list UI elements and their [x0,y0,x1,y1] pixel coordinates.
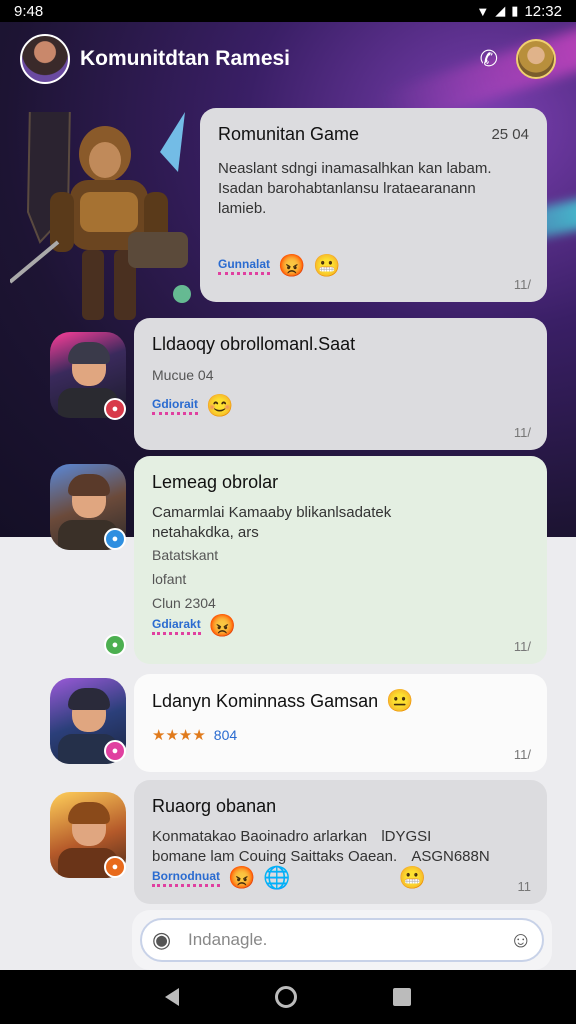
message-count: 11/ [513,277,531,292]
message-input[interactable] [188,930,510,950]
message-time: 25 04 [491,126,529,143]
message-tag[interactable]: Gdiarakt [152,617,201,635]
system-nav-bar [0,970,576,1024]
status-bar: 9:48 ▼ ◢ ▮ 12:32 [0,0,576,22]
smiling-face-icon[interactable]: 😊 [206,395,233,417]
message-count: 11 [517,879,532,894]
neutral-face-icon[interactable]: 😐 [386,690,413,712]
app-bar: Komunitdtan Ramesi ✆ [0,22,576,96]
message-text: Konmatakao Baoinadro arlarkan lDYGSI [152,827,529,847]
message-card[interactable]: Lldaoqy obrollomanl.Saat Mucue 04 Gdiora… [134,318,547,450]
wifi-icon: ▼ [476,3,490,19]
message-tag[interactable]: Gdiorait [152,397,199,415]
back-icon[interactable] [165,988,179,1006]
profile-avatar[interactable] [516,39,556,79]
status-badge: ● [104,740,126,762]
avatar-helmet [68,342,110,364]
message-text: bomane lam Couing Saittaks Oaean. ASGN68… [152,847,529,867]
grinning-face-icon[interactable]: 😬 [399,867,426,889]
message-card[interactable]: Ldanyn Kominnass Gamsan 😐 ★★★★ 804 11/ [134,674,547,772]
angry-face-icon[interactable]: 😡 [278,255,305,277]
status-time: 9:48 [14,2,44,20]
armored-hero-art [10,112,191,320]
avatar-helmet [68,688,110,710]
grinning-face-icon[interactable]: 😬 [313,255,340,277]
status-badge: ● [104,634,126,656]
message-text-part: Konmatakao Baoinadro arlarkan [152,828,368,845]
status-badge: ● [104,528,126,550]
status-icons: ▼ ◢ ▮ 12:32 [476,3,562,20]
message-input-bar: ◉ ☺ [140,918,544,962]
globe-icon[interactable]: 🌐 [263,867,290,889]
page-title: Komunitdtan Ramesi [80,47,291,70]
message-text-part: ASGN688N [411,848,490,865]
message-card[interactable]: Ruaorg obanan Konmatakao Baoinadro arlar… [134,780,547,904]
message-text: Camarmlai Kamaaby blikanlsadatek [152,504,392,521]
status-clock: 12:32 [524,2,562,20]
message-title: Romunitan Game [218,124,360,144]
message-card[interactable]: Lemeag obrolar Camarmlai Kamaaby blikanl… [134,456,547,664]
status-badge: ● [104,856,126,878]
message-title: Lemeag obrolar [152,472,279,492]
recent-apps-icon[interactable] [393,988,411,1006]
message-count: 11/ [513,639,531,654]
message-count: 11/ [513,747,531,762]
message-card[interactable]: Romunitan Game 25 04 Neaslant sdngi inam… [200,108,547,302]
message-tag[interactable]: Gunnalat [218,257,271,275]
composer: ◉ ☺ [132,910,552,970]
camera-icon[interactable]: ◉ [152,927,180,953]
phone-icon[interactable]: ✆ [480,46,498,72]
avatar-helmet [68,802,110,824]
message-text: lamieb. [218,200,267,217]
message-meta: Batatskant [152,547,219,563]
message-count: 11/ [513,425,531,440]
message-title: Ldanyn Kominnass Gamsan [152,690,379,711]
status-badge: ● [104,398,126,420]
avatar-helmet [68,474,110,496]
message-tag[interactable]: Bornodnuat [152,869,220,887]
message-text: Neaslant sdngi inamasalhkan kan labam. [218,160,492,177]
message-meta: Clun 2304 [152,595,216,611]
battery-icon: ▮ [511,3,519,18]
signal-icon: ◢ [495,3,506,18]
rating-stars: ★★★★ [152,727,206,744]
message-text: Isadan barohabtanlansu lrataearanann [218,180,476,197]
home-icon[interactable] [275,986,297,1008]
message-title: Lldaoqy obrollomanl.Saat [152,334,356,354]
emoji-icon[interactable]: ☺ [510,927,532,953]
angry-face-icon[interactable]: 😡 [228,867,255,889]
message-text-part: lDYGSI [381,828,432,845]
message-meta: Mucue 04 [152,367,214,383]
message-text: netahakdka, ars [152,524,259,541]
rating-count: 804 [213,727,238,743]
community-avatar[interactable] [20,34,70,84]
message-text-part: bomane lam Couing Saittaks Oaean. [152,848,398,865]
message-meta: lofant [152,571,187,587]
message-title: Ruaorg obanan [152,796,277,816]
angry-face-icon[interactable]: 😡 [209,615,236,637]
